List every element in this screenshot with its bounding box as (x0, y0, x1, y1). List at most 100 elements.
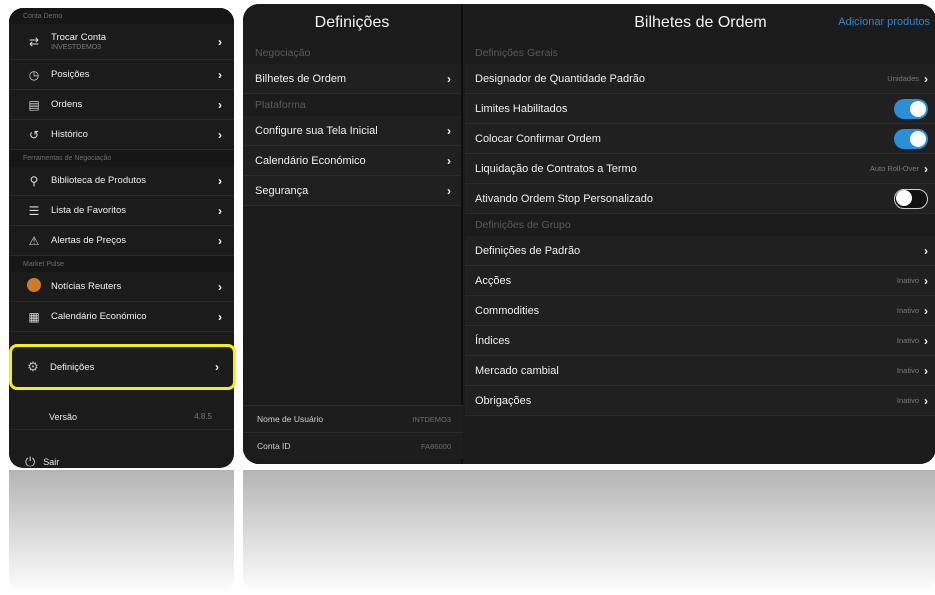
tablet-reflection (243, 470, 935, 595)
setting-label: Commodities (475, 304, 540, 317)
menu-item-noticias[interactable]: Notícias Reuters › (9, 272, 234, 302)
document-icon: ▤ (28, 97, 40, 112)
account-id-text: INVESTDEMO3 (51, 44, 102, 51)
chevron-right-icon: › (218, 309, 222, 324)
setting-label: Definições de Padrão (475, 244, 581, 257)
phone-reflection (9, 470, 234, 595)
setting-label: Liquidação de Contratos a Termo (475, 162, 637, 175)
menu-item-ordens[interactable]: ▤ Ordens › (9, 90, 234, 120)
setting-accoes[interactable]: Acções Inativo › (465, 266, 935, 296)
setting-label: Obrigações (475, 394, 532, 407)
menu-item-label: Biblioteca de Produtos (51, 175, 147, 186)
menu-item-biblioteca[interactable]: ⚲ Biblioteca de Produtos › (9, 166, 234, 196)
username-row: Nome de Usuário INTDEMO3 (243, 405, 463, 432)
setting-value: Inativo (896, 336, 919, 345)
setting-limites: Limites Habilitados (465, 94, 935, 124)
setting-obrigacoes[interactable]: Obrigações Inativo › (465, 386, 935, 416)
setting-indices[interactable]: Índices Inativo › (465, 326, 935, 356)
chevron-right-icon: › (218, 67, 222, 82)
setting-padrao[interactable]: Definições de Padrão › (465, 236, 935, 266)
chevron-right-icon: › (924, 363, 928, 378)
menu-item-alertas[interactable]: ⚠ Alertas de Preços › (9, 226, 234, 256)
order-ticket-settings-pane: Bilhetes de Ordem Adicionar produtos Def… (465, 4, 935, 464)
settings-nav-pane: Definições Negociação Bilhetes de Ordem … (243, 4, 463, 464)
page-title: Definições (314, 14, 390, 31)
version-label: Versão (49, 411, 78, 422)
gear-icon: ⚙ (27, 359, 39, 374)
chevron-right-icon: › (218, 203, 222, 218)
chevron-right-icon: › (218, 233, 222, 248)
nav-item-label: Calendário Económico (255, 154, 366, 167)
chevron-right-icon: › (924, 71, 928, 86)
account-id-value: FA86000 (420, 441, 451, 451)
setting-value: Inativo (896, 366, 919, 375)
menu-item-posicoes[interactable]: ◷ Posições › (9, 60, 234, 90)
switch-arrows-icon: ⇄ (28, 34, 40, 49)
account-id-label: Conta ID (257, 441, 291, 451)
menu-item-trocar-conta[interactable]: ⇄ Trocar Conta INVESTDEMO3 › (9, 24, 234, 60)
tablet-settings: Definições Negociação Bilhetes de Ordem … (243, 4, 935, 464)
menu-item-definicoes[interactable]: ⚙ Definições › (9, 344, 236, 390)
chevron-right-icon: › (218, 34, 222, 49)
nav-item-label: Configure sua Tela Inicial (255, 124, 378, 137)
username-value: INTDEMO3 (412, 414, 451, 424)
chevron-right-icon: › (447, 183, 451, 198)
chevron-right-icon: › (218, 279, 222, 294)
menu-item-label: Ordens (51, 99, 83, 110)
chevron-right-icon: › (447, 153, 451, 168)
add-products-button[interactable]: Adicionar produtos (838, 16, 930, 28)
history-icon: ↺ (28, 127, 40, 142)
stop-toggle[interactable] (894, 188, 928, 209)
chevron-right-icon: › (215, 360, 219, 374)
setting-confirmar: Colocar Confirmar Ordem (465, 124, 935, 154)
reuters-icon (25, 278, 43, 295)
chevron-right-icon: › (218, 97, 222, 112)
setting-liquidacao[interactable]: Liquidação de Contratos a Termo Auto Rol… (465, 154, 935, 184)
chevron-right-icon: › (924, 333, 928, 348)
chevron-right-icon: › (218, 173, 222, 188)
menu-item-label: Alertas de Preços (51, 235, 126, 246)
version-value: 4.8.5 (194, 412, 212, 421)
menu-item-favoritos[interactable]: ☰ Lista de Favoritos › (9, 196, 234, 226)
menu-item-historico[interactable]: ↺ Histórico › (9, 120, 234, 150)
setting-label: Mercado cambial (475, 364, 559, 377)
setting-value: Inativo (896, 276, 919, 285)
setting-mercado[interactable]: Mercado cambial Inativo › (465, 356, 935, 386)
setting-commodities[interactable]: Commodities Inativo › (465, 296, 935, 326)
chevron-right-icon: › (447, 71, 451, 86)
section-header-ferramentas: Ferramentas de Negociação (9, 150, 234, 166)
section-header-gerais: Definições Gerais (475, 47, 558, 59)
menu-item-label: Calendário Económico (51, 311, 147, 322)
limites-toggle[interactable] (894, 98, 928, 119)
setting-label: Ativando Ordem Stop Personalizado (475, 192, 653, 205)
search-icon: ⚲ (29, 173, 39, 188)
setting-label: Índices (475, 334, 510, 347)
logout-button[interactable]: ⏻ Sair (25, 454, 59, 468)
chevron-right-icon: › (924, 161, 928, 176)
chevron-right-icon: › (924, 243, 928, 258)
menu-item-label: Trocar Conta (51, 32, 107, 43)
menu-item-calendario[interactable]: ▦ Calendário Económico › (9, 302, 234, 332)
setting-value: Auto Roll-Over (869, 164, 919, 173)
nav-item-bilhetes[interactable]: Bilhetes de Ordem › (243, 64, 461, 94)
nav-item-label: Bilhetes de Ordem (255, 72, 347, 85)
nav-item-tela-inicial[interactable]: Configure sua Tela Inicial › (243, 116, 461, 146)
nav-item-seguranca[interactable]: Segurança › (243, 176, 461, 206)
chevron-right-icon: › (924, 273, 928, 288)
setting-stop: Ativando Ordem Stop Personalizado (465, 184, 935, 214)
nav-item-label: Segurança (255, 184, 309, 197)
setting-value: Unidades (887, 74, 919, 83)
chevron-right-icon: › (218, 127, 222, 142)
menu-item-label: Notícias Reuters (51, 281, 122, 292)
section-header-plataforma: Plataforma (255, 99, 306, 111)
account-id-row: Conta ID FA86000 (243, 432, 463, 459)
menu-item-label: Definições (50, 361, 95, 373)
chevron-right-icon: › (924, 303, 928, 318)
menu-item-label: Histórico (51, 129, 88, 140)
setting-label: Acções (475, 274, 512, 287)
menu-item-label: Lista de Favoritos (51, 205, 126, 216)
setting-designador[interactable]: Designador de Quantidade Padrão Unidades… (465, 64, 935, 94)
confirmar-toggle[interactable] (894, 128, 928, 149)
version-row: Versão 4.8.5 (9, 404, 234, 430)
nav-item-calendario[interactable]: Calendário Económico › (243, 146, 461, 176)
